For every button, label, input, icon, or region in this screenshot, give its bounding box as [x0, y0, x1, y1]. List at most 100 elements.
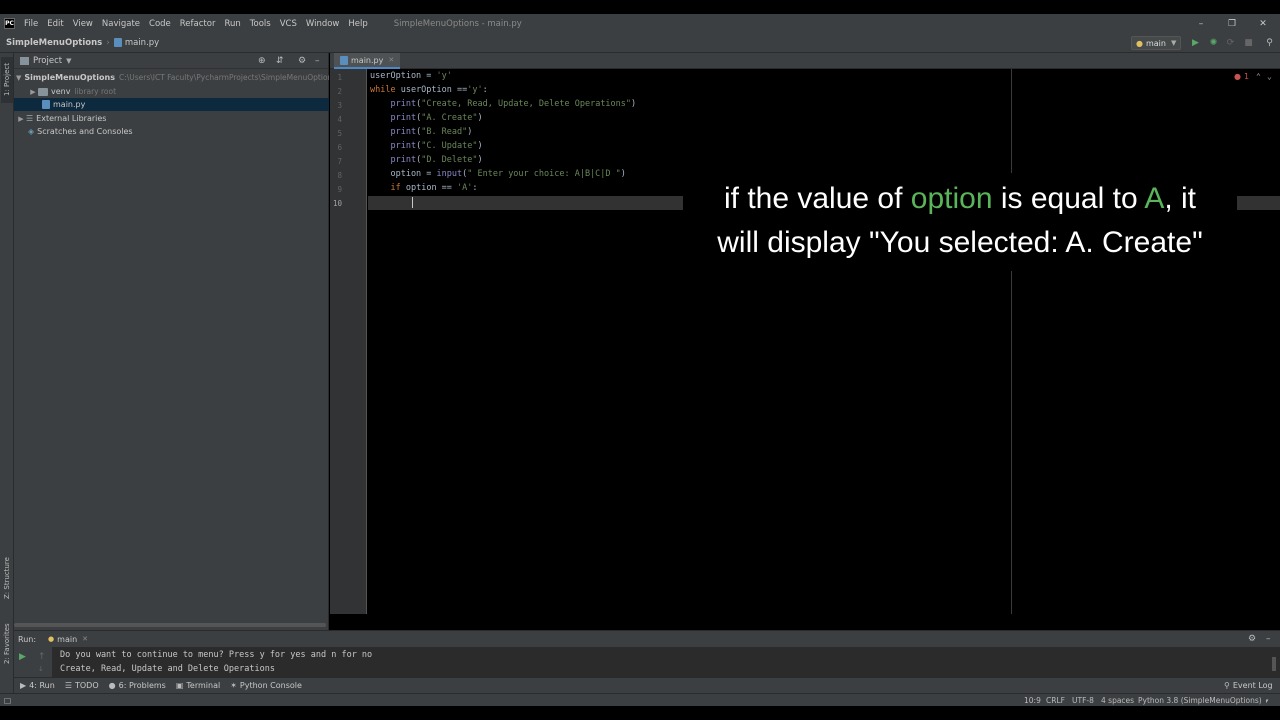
tab-event-log-label: Event Log — [1232, 681, 1273, 690]
python-file-icon — [113, 38, 122, 47]
line-number-gutter: 1 2 3 4 5 6 7 8 9 10 — [330, 69, 367, 614]
python-file-icon — [340, 55, 348, 65]
tab-structure[interactable]: Z: Structure — [1, 553, 13, 603]
tab-run-label: 4: Run — [29, 681, 55, 690]
search-icon[interactable]: ⚲ — [1264, 37, 1275, 48]
run-icon[interactable]: ▶ — [1190, 37, 1201, 48]
line-number: 5 — [337, 129, 342, 138]
line-number: 7 — [337, 157, 342, 166]
cursor-position[interactable]: 10:9 — [1024, 696, 1041, 705]
tree-item-main-py[interactable]: main.py — [14, 98, 329, 111]
menu-tools[interactable]: Tools — [250, 19, 271, 29]
tab-terminal[interactable]: ▣ Terminal — [176, 681, 220, 690]
restore-icon[interactable]: ❐ — [1217, 14, 1247, 33]
tab-python-console[interactable]: ✶ Python Console — [230, 681, 302, 690]
code-editor[interactable]: userOption = 'y' while userOption =='y':… — [368, 69, 1280, 614]
indent-setting[interactable]: 4 spaces — [1101, 696, 1134, 705]
code-line: if option == 'A': — [390, 183, 478, 193]
tab-problems-label: 6: Problems — [118, 681, 166, 690]
run-config-tab[interactable]: main — [57, 635, 77, 644]
chevron-down-icon: ▼ — [1170, 39, 1177, 47]
tab-problems[interactable]: ● 6: Problems — [109, 681, 166, 690]
chevron-right-icon[interactable]: ▶ — [28, 88, 38, 96]
up-icon[interactable]: ↑ — [38, 652, 46, 662]
line-separator[interactable]: CRLF — [1046, 696, 1065, 705]
menu-file[interactable]: File — [24, 19, 38, 29]
python-interpreter[interactable]: Python 3.8 (SimpleMenuOptions) — [1138, 696, 1262, 705]
tab-terminal-label: Terminal — [186, 681, 221, 690]
layout-icon[interactable]: □ — [4, 696, 11, 705]
venv-label: venv — [51, 87, 71, 96]
terminal-icon: ▣ — [175, 681, 184, 690]
warning-icon: ● — [108, 681, 116, 690]
menu-help[interactable]: Help — [348, 19, 367, 29]
menu-bar: PC File Edit View Navigate Code Refactor… — [0, 14, 1280, 33]
debug-icon[interactable]: ✺ — [1208, 37, 1219, 48]
tab-event-log[interactable]: ⚲ Event Log — [1224, 681, 1273, 690]
venv-hint: library root — [74, 87, 117, 96]
run-console[interactable]: Do you want to continue to menu? Press y… — [52, 647, 1280, 677]
tab-project[interactable]: 1: Project — [1, 57, 13, 103]
chevron-up-icon[interactable]: ⌃ — [1256, 72, 1261, 81]
library-icon: ☰ — [26, 114, 34, 123]
locate-icon[interactable]: ⊕ — [258, 56, 266, 66]
error-indicator-icon[interactable]: ● — [1234, 72, 1241, 81]
close-tab-icon[interactable]: ✕ — [388, 56, 394, 64]
menu-vcs[interactable]: VCS — [280, 19, 297, 29]
stop-icon[interactable]: ■ — [1243, 37, 1254, 48]
run-label: Run: — [18, 634, 37, 644]
tab-todo[interactable]: ☰ TODO — [65, 681, 99, 690]
caption-highlight: A — [1144, 182, 1165, 215]
window-title: SimpleMenuOptions - main.py — [393, 18, 522, 29]
tree-item-external-libraries[interactable]: ▶ ☰ External Libraries — [14, 112, 329, 125]
menu-refactor[interactable]: Refactor — [180, 19, 216, 29]
gear-icon[interactable]: ⚙ — [1248, 634, 1256, 644]
gear-icon[interactable]: ⚙ — [298, 56, 306, 66]
code-line: option = input(" Enter your choice: A|B|… — [370, 169, 626, 179]
tab-favorites[interactable]: 2: Favorites — [1, 619, 13, 669]
editor-tab-bar: main.py ✕ — [330, 53, 1280, 69]
chevron-down-icon[interactable]: ▼ — [16, 74, 21, 82]
text-caret — [412, 197, 413, 208]
breadcrumb-project[interactable]: SimpleMenuOptions — [6, 38, 102, 48]
menu-run[interactable]: Run — [224, 19, 240, 29]
tree-item-root[interactable]: ▼ SimpleMenuOptions C:\Users\ICT Faculty… — [14, 71, 329, 84]
breadcrumb-file[interactable]: main.py — [125, 38, 159, 48]
chevron-down-icon[interactable]: ▼ — [66, 57, 71, 65]
menu-view[interactable]: View — [73, 19, 93, 29]
right-margin-guide — [1011, 69, 1012, 614]
menu-edit[interactable]: Edit — [47, 19, 63, 29]
coverage-icon[interactable]: ⟳ — [1225, 37, 1236, 48]
tree-item-venv[interactable]: ▶ venv library root — [14, 85, 329, 98]
run-configuration-select[interactable]: ● main ▼ — [1131, 36, 1181, 50]
close-icon[interactable]: ✕ — [1248, 14, 1278, 33]
horizontal-scrollbar[interactable] — [14, 623, 326, 627]
tab-main-py[interactable]: main.py ✕ — [334, 53, 401, 69]
tab-run[interactable]: ▶ 4: Run — [20, 681, 55, 690]
caption-line-2: will display "You selected: A. Create" — [717, 226, 1203, 259]
rerun-icon[interactable]: ▶ — [19, 652, 26, 662]
project-panel: Project ▼ ⊕ ⇵ ⚙ – ▼ SimpleMenuOptions C:… — [14, 53, 329, 630]
minimize-icon[interactable]: – — [1186, 14, 1216, 33]
lock-icon[interactable]: ⎖ — [1264, 696, 1270, 706]
menu-window[interactable]: Window — [306, 19, 340, 29]
down-icon[interactable]: ↓ — [38, 665, 44, 673]
line-number: 8 — [337, 171, 342, 180]
hide-icon[interactable]: – — [1266, 634, 1271, 644]
menu-code[interactable]: Code — [149, 19, 171, 29]
chevron-right-icon[interactable]: ▶ — [16, 115, 26, 123]
project-view-label[interactable]: Project — [33, 56, 62, 66]
chevron-down-icon[interactable]: ⌄ — [1267, 72, 1272, 81]
error-count[interactable]: 1 — [1244, 72, 1249, 81]
caption-text: , it — [1164, 182, 1196, 215]
collapse-icon[interactable]: ⇵ — [276, 56, 284, 66]
menu-navigate[interactable]: Navigate — [102, 19, 140, 29]
code-line: print("A. Create") — [390, 113, 483, 123]
close-tab-icon[interactable]: ✕ — [82, 635, 88, 643]
line-number: 6 — [337, 143, 342, 152]
file-encoding[interactable]: UTF-8 — [1072, 696, 1094, 705]
console-line: Do you want to continue to menu? Press y… — [60, 650, 373, 660]
vertical-scrollbar[interactable] — [1272, 657, 1276, 671]
hide-icon[interactable]: – — [315, 56, 320, 66]
tree-item-scratches[interactable]: ◈ Scratches and Consoles — [14, 125, 329, 138]
